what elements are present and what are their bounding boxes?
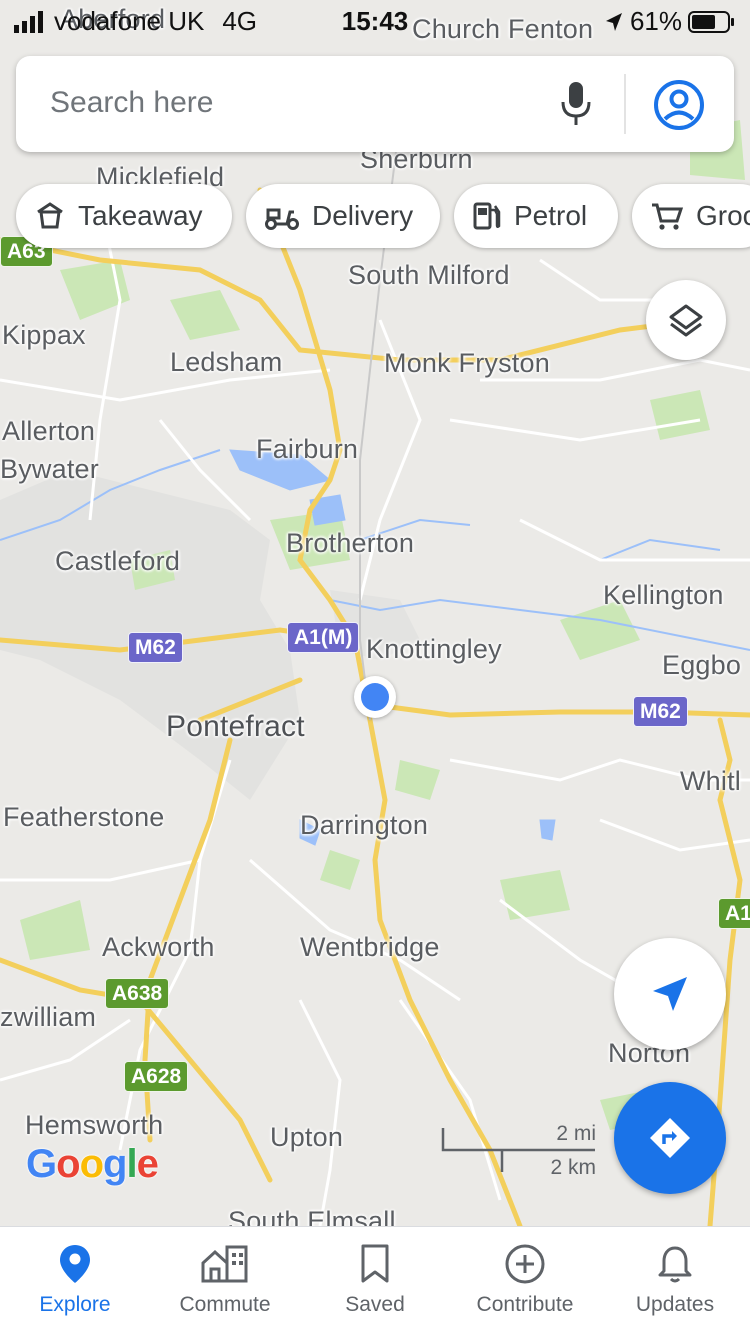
place-whitl[interactable]: Whitl xyxy=(680,766,741,797)
road-shield-m62-east: M62 xyxy=(633,696,688,727)
place-kellington[interactable]: Kellington xyxy=(603,580,724,611)
nav-label: Explore xyxy=(39,1293,111,1316)
chip-delivery[interactable]: Delivery xyxy=(246,184,440,248)
location-arrow-icon xyxy=(605,12,622,31)
nav-saved[interactable]: Saved xyxy=(300,1227,450,1334)
place-kippax[interactable]: Kippax xyxy=(2,320,86,351)
google-logo: Google xyxy=(26,1142,159,1186)
bookmark-icon xyxy=(361,1244,389,1283)
place-south-elmsall[interactable]: South Elmsall xyxy=(228,1206,396,1226)
takeaway-icon xyxy=(37,202,63,229)
battery-percent: 61% xyxy=(629,6,682,36)
place-fairburn[interactable]: Fairburn xyxy=(256,434,358,465)
home-city-icon xyxy=(201,1245,248,1283)
nav-label: Commute xyxy=(179,1293,271,1316)
place-knottingley[interactable]: Knottingley xyxy=(366,634,502,665)
nav-explore[interactable]: Explore xyxy=(0,1227,150,1334)
account-avatar-icon[interactable] xyxy=(652,78,706,132)
scooter-icon xyxy=(265,208,299,230)
layers-icon xyxy=(669,304,703,337)
bell-icon xyxy=(658,1246,692,1283)
layers-button[interactable] xyxy=(646,280,726,360)
directions-icon xyxy=(650,1118,690,1158)
search-bar[interactable]: Search here xyxy=(16,56,734,152)
nav-label: Updates xyxy=(635,1293,715,1316)
place-ledsham[interactable]: Ledsham xyxy=(170,347,282,378)
place-south-milford[interactable]: South Milford xyxy=(348,260,510,291)
place-monk-fryston[interactable]: Monk Fryston xyxy=(384,348,550,379)
location-pin-icon xyxy=(60,1245,90,1283)
fuel-icon xyxy=(473,202,501,230)
my-location-button[interactable] xyxy=(614,938,726,1050)
place-wentbridge[interactable]: Wentbridge xyxy=(300,932,440,963)
nav-commute[interactable]: Commute xyxy=(150,1227,300,1334)
nav-label: Contribute xyxy=(476,1293,574,1316)
place-featherstone[interactable]: Featherstone xyxy=(3,802,165,833)
nav-label: Saved xyxy=(345,1293,405,1316)
place-brotherton[interactable]: Brotherton xyxy=(286,528,414,559)
scale-bar: 2 mi 2 km xyxy=(440,1122,600,1180)
cart-icon xyxy=(652,203,684,230)
status-bar: vodafone UK 4G 15:43 61% xyxy=(0,0,750,40)
place-bywater[interactable]: Bywater xyxy=(0,454,99,485)
place-castleford[interactable]: Castleford xyxy=(55,546,180,577)
road-shield-a638: A638 xyxy=(105,978,170,1009)
place-pontefract[interactable]: Pontefract xyxy=(166,710,305,744)
chip-label: Petrol xyxy=(514,200,588,231)
search-input[interactable]: Search here xyxy=(50,86,213,120)
chip-petrol[interactable]: Petrol xyxy=(454,184,618,248)
place-fitzwilliam[interactable]: zwilliam xyxy=(0,1002,96,1033)
current-location-dot[interactable] xyxy=(354,676,396,718)
microphone-icon[interactable] xyxy=(556,78,596,130)
nav-contribute[interactable]: Contribute xyxy=(450,1227,600,1334)
place-darrington[interactable]: Darrington xyxy=(300,810,428,841)
chip-label: Groc xyxy=(696,200,750,231)
road-shield-m62-west: M62 xyxy=(128,632,183,663)
battery-icon xyxy=(688,10,734,33)
scale-imperial: 2 mi xyxy=(556,1122,596,1145)
road-shield-a1m: A1(M) xyxy=(287,622,360,653)
search-divider xyxy=(624,74,626,134)
road-shield-a1: A1 xyxy=(718,898,750,929)
bottom-navigation: Explore Commute Saved Contribute Updates xyxy=(0,1226,750,1334)
scale-metric: 2 km xyxy=(550,1156,596,1179)
chip-label: Delivery xyxy=(312,200,414,231)
navigation-arrow-icon xyxy=(653,977,687,1011)
chip-takeaway[interactable]: Takeaway xyxy=(16,184,232,248)
place-allerton[interactable]: Allerton xyxy=(2,416,95,447)
road-shield-a628: A628 xyxy=(124,1061,189,1092)
place-ackworth[interactable]: Ackworth xyxy=(102,932,215,963)
plus-circle-icon xyxy=(505,1244,545,1284)
directions-button[interactable] xyxy=(614,1082,726,1194)
place-eggbo[interactable]: Eggbo xyxy=(662,650,741,681)
nav-updates[interactable]: Updates xyxy=(600,1227,750,1334)
chip-groceries[interactable]: Groc xyxy=(632,184,750,248)
place-hemsworth[interactable]: Hemsworth xyxy=(25,1110,163,1141)
place-upton[interactable]: Upton xyxy=(270,1122,343,1153)
chip-label: Takeaway xyxy=(78,200,203,231)
